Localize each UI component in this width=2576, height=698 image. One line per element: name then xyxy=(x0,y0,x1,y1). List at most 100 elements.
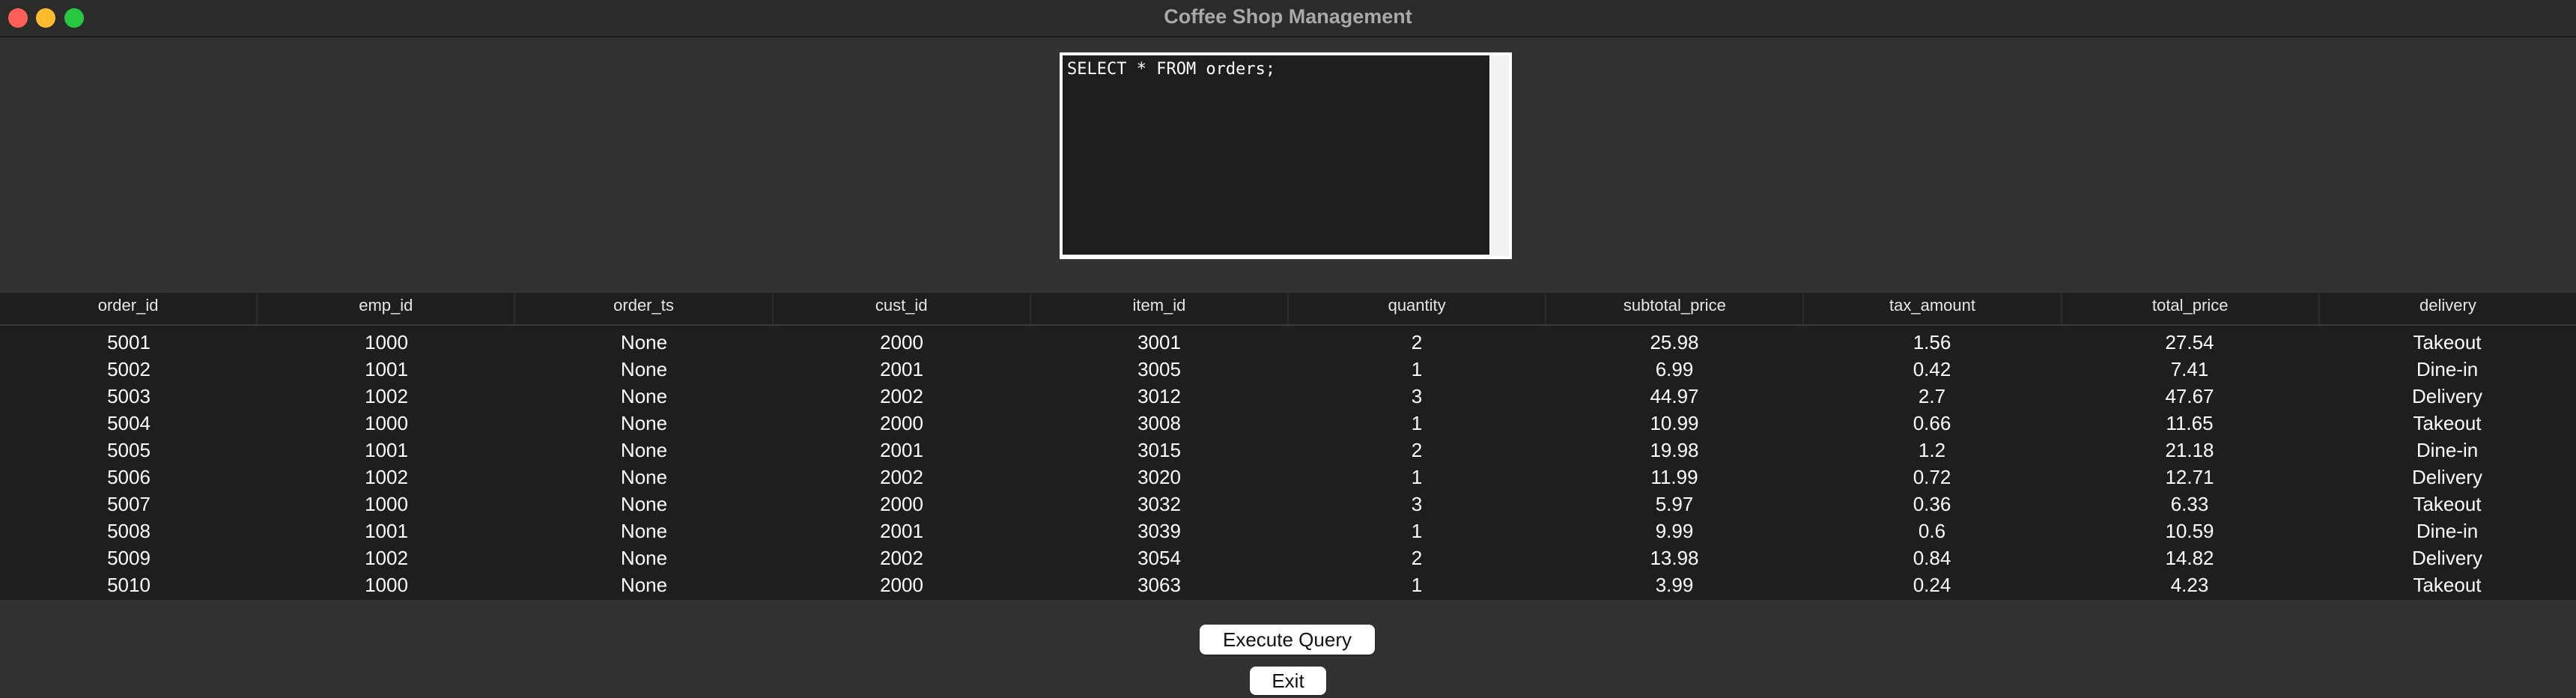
column-header-tax-amount[interactable]: tax_amount xyxy=(1804,293,2062,324)
execute-query-button[interactable]: Execute Query xyxy=(1200,625,1375,655)
cell-emp-id: 1000 xyxy=(365,574,408,596)
cell-subtotal-price: 25.98 xyxy=(1650,331,1699,353)
cell-order-ts: None xyxy=(620,466,668,488)
column-header-quantity[interactable]: quantity xyxy=(1289,293,1547,324)
cell-cust-id: 2001 xyxy=(880,358,923,380)
table-header: order_id emp_id order_ts cust_id item_id quan… xyxy=(0,293,2576,326)
table-row[interactable]: 5004 1000 None 2000 3008 1 10.99 0.66 11.65 Takeo… xyxy=(0,410,2576,437)
cell-quantity: 1 xyxy=(1411,358,1423,380)
cell-emp-id: 1001 xyxy=(365,520,408,542)
cell-total-price: 12.71 xyxy=(2165,466,2214,488)
cell-quantity: 2 xyxy=(1411,547,1423,569)
cell-total-price: 10.59 xyxy=(2165,520,2214,542)
cell-emp-id: 1002 xyxy=(365,547,408,569)
column-header-total-price[interactable]: total_price xyxy=(2062,293,2320,324)
table-row[interactable]: 5005 1001 None 2001 3015 2 19.98 1.2 21.18 Dine-i… xyxy=(0,437,2576,464)
cell-subtotal-price: 19.98 xyxy=(1650,439,1699,461)
window-title: Coffee Shop Management xyxy=(1164,5,1412,28)
table-row[interactable]: 5010 1000 None 2000 3063 1 3.99 0.24 4.23 Takeout xyxy=(0,571,2576,598)
query-editor: SELECT * FROM orders; xyxy=(1060,52,1512,259)
column-header-cust-id[interactable]: cust_id xyxy=(774,293,1031,324)
cell-order-ts: None xyxy=(620,331,668,353)
cell-order-id: 5005 xyxy=(107,439,151,461)
cell-cust-id: 2002 xyxy=(880,466,923,488)
cell-order-id: 5001 xyxy=(107,331,151,353)
cell-quantity: 1 xyxy=(1411,412,1423,434)
column-header-order-id[interactable]: order_id xyxy=(0,293,258,324)
table-row[interactable]: 5001 1000 None 2000 3001 2 25.98 1.56 27.54 Takeo… xyxy=(0,329,2576,356)
cell-subtotal-price: 9.99 xyxy=(1655,520,1694,542)
cell-order-id: 5009 xyxy=(107,547,151,569)
cell-tax-amount: 0.66 xyxy=(1913,412,1951,434)
cell-emp-id: 1002 xyxy=(365,466,408,488)
cell-order-id: 5008 xyxy=(107,520,151,542)
cell-subtotal-price: 10.99 xyxy=(1650,412,1699,434)
cell-order-id: 5003 xyxy=(107,385,151,407)
table-row[interactable]: 5009 1002 None 2002 3054 2 13.98 0.84 14.82 Deliv… xyxy=(0,544,2576,571)
cell-item-id: 3005 xyxy=(1137,358,1181,380)
column-header-emp-id[interactable]: emp_id xyxy=(258,293,516,324)
table-row[interactable]: 5007 1000 None 2000 3032 3 5.97 0.36 6.33 Takeout xyxy=(0,491,2576,518)
cell-total-price: 27.54 xyxy=(2165,331,2214,353)
cell-delivery: Delivery xyxy=(2412,385,2482,407)
column-header-order-ts[interactable]: order_ts xyxy=(515,293,774,324)
query-scrollbar[interactable] xyxy=(1491,55,1509,256)
column-header-subtotal-price[interactable]: subtotal_price xyxy=(1546,293,1805,324)
cell-total-price: 21.18 xyxy=(2165,439,2214,461)
cell-quantity: 3 xyxy=(1411,493,1423,515)
cell-total-price: 6.33 xyxy=(2170,493,2209,515)
cell-subtotal-price: 5.97 xyxy=(1655,493,1694,515)
cell-item-id: 3020 xyxy=(1137,466,1181,488)
cell-total-price: 4.23 xyxy=(2170,574,2209,596)
cell-delivery: Dine-in xyxy=(2416,439,2479,461)
cell-tax-amount: 0.24 xyxy=(1913,574,1951,596)
cell-order-id: 5002 xyxy=(107,358,151,380)
cell-quantity: 3 xyxy=(1411,385,1423,407)
cell-subtotal-price: 44.97 xyxy=(1650,385,1699,407)
cell-item-id: 3063 xyxy=(1137,574,1181,596)
cell-tax-amount: 0.6 xyxy=(1918,520,1946,542)
cell-subtotal-price: 6.99 xyxy=(1655,358,1694,380)
app-window: Coffee Shop Management SELECT * FROM ord… xyxy=(0,0,2576,698)
cell-order-ts: None xyxy=(620,358,668,380)
cell-emp-id: 1002 xyxy=(365,385,408,407)
cell-order-ts: None xyxy=(620,412,668,434)
cell-cust-id: 2000 xyxy=(880,412,923,434)
table-body: 5001 1000 None 2000 3001 2 25.98 1.56 27.54 Takeo… xyxy=(0,329,2576,598)
cell-subtotal-price: 3.99 xyxy=(1655,574,1694,596)
table-row[interactable]: 5003 1002 None 2002 3012 3 44.97 2.7 47.67 Delive… xyxy=(0,383,2576,410)
table-row[interactable]: 5008 1001 None 2001 3039 1 9.99 0.6 10.59 Dine-in xyxy=(0,518,2576,544)
cell-total-price: 7.41 xyxy=(2170,358,2209,380)
cell-order-id: 5006 xyxy=(107,466,151,488)
cell-delivery: Dine-in xyxy=(2416,358,2479,380)
cell-tax-amount: 1.2 xyxy=(1918,439,1946,461)
cell-cust-id: 2000 xyxy=(880,493,923,515)
title-bar: Coffee Shop Management xyxy=(0,0,2576,37)
cell-item-id: 3015 xyxy=(1137,439,1181,461)
cell-delivery: Takeout xyxy=(2413,574,2482,596)
cell-delivery: Takeout xyxy=(2413,493,2482,515)
cell-quantity: 1 xyxy=(1411,574,1423,596)
exit-button[interactable]: Exit xyxy=(1250,667,1326,695)
cell-cust-id: 2000 xyxy=(880,331,923,353)
table-row[interactable]: 5006 1002 None 2002 3020 1 11.99 0.72 12.71 Deliv… xyxy=(0,464,2576,491)
cell-order-ts: None xyxy=(620,520,668,542)
cell-tax-amount: 0.84 xyxy=(1913,547,1951,569)
cell-delivery: Takeout xyxy=(2413,331,2482,353)
query-input[interactable]: SELECT * FROM orders; xyxy=(1063,55,1489,255)
column-header-delivery[interactable]: delivery xyxy=(2320,293,2576,324)
cell-cust-id: 2001 xyxy=(880,520,923,542)
cell-emp-id: 1000 xyxy=(365,412,408,434)
cell-tax-amount: 0.72 xyxy=(1913,466,1951,488)
table-row[interactable]: 5002 1001 None 2001 3005 1 6.99 0.42 7.41 Dine-in xyxy=(0,356,2576,383)
column-header-item-id[interactable]: item_id xyxy=(1031,293,1289,324)
cell-delivery: Dine-in xyxy=(2416,520,2479,542)
cell-subtotal-price: 13.98 xyxy=(1650,547,1699,569)
cell-tax-amount: 0.42 xyxy=(1913,358,1951,380)
cell-item-id: 3012 xyxy=(1137,385,1181,407)
cell-emp-id: 1001 xyxy=(365,358,408,380)
cell-emp-id: 1000 xyxy=(365,493,408,515)
cell-quantity: 1 xyxy=(1411,466,1423,488)
cell-order-id: 5010 xyxy=(107,574,151,596)
cell-tax-amount: 0.36 xyxy=(1913,493,1951,515)
